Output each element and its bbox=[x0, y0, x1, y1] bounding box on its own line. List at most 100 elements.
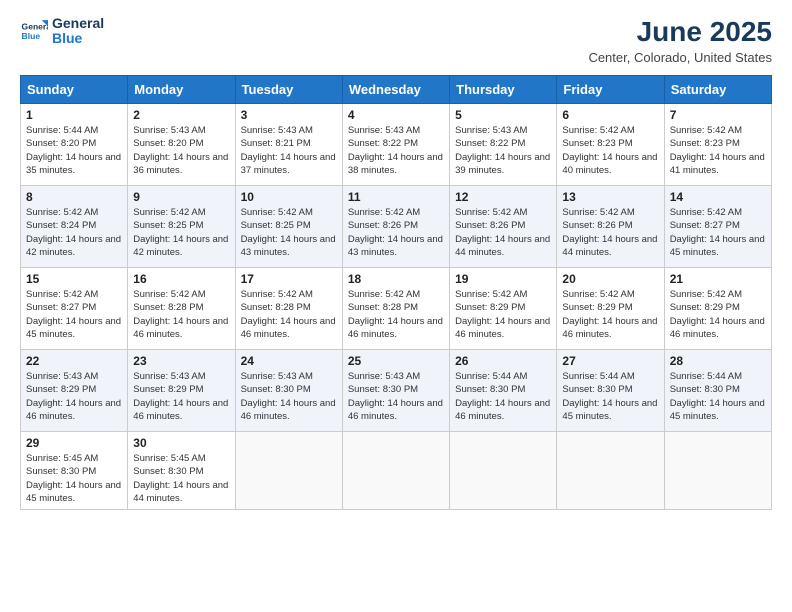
logo: General Blue General Blue bbox=[20, 16, 104, 47]
day-info: Sunrise: 5:42 AM Sunset: 8:28 PM Dayligh… bbox=[241, 288, 337, 341]
day-info: Sunrise: 5:44 AM Sunset: 8:30 PM Dayligh… bbox=[562, 370, 658, 423]
day-info: Sunrise: 5:44 AM Sunset: 8:30 PM Dayligh… bbox=[670, 370, 766, 423]
day-info: Sunrise: 5:42 AM Sunset: 8:26 PM Dayligh… bbox=[562, 206, 658, 259]
col-thursday: Thursday bbox=[450, 76, 557, 104]
logo-general: General bbox=[52, 16, 104, 31]
day-info: Sunrise: 5:42 AM Sunset: 8:29 PM Dayligh… bbox=[562, 288, 658, 341]
day-info: Sunrise: 5:43 AM Sunset: 8:29 PM Dayligh… bbox=[26, 370, 122, 423]
day-number: 26 bbox=[455, 354, 551, 368]
day-number: 13 bbox=[562, 190, 658, 204]
day-number: 6 bbox=[562, 108, 658, 122]
day-number: 22 bbox=[26, 354, 122, 368]
table-row: 16 Sunrise: 5:42 AM Sunset: 8:28 PM Dayl… bbox=[128, 268, 235, 350]
day-info: Sunrise: 5:42 AM Sunset: 8:25 PM Dayligh… bbox=[133, 206, 229, 259]
day-number: 23 bbox=[133, 354, 229, 368]
day-number: 17 bbox=[241, 272, 337, 286]
day-number: 30 bbox=[133, 436, 229, 450]
day-info: Sunrise: 5:45 AM Sunset: 8:30 PM Dayligh… bbox=[133, 452, 229, 505]
table-row: 26 Sunrise: 5:44 AM Sunset: 8:30 PM Dayl… bbox=[450, 350, 557, 432]
day-info: Sunrise: 5:42 AM Sunset: 8:29 PM Dayligh… bbox=[670, 288, 766, 341]
day-number: 2 bbox=[133, 108, 229, 122]
day-info: Sunrise: 5:42 AM Sunset: 8:28 PM Dayligh… bbox=[348, 288, 444, 341]
day-info: Sunrise: 5:42 AM Sunset: 8:23 PM Dayligh… bbox=[670, 124, 766, 177]
table-row bbox=[664, 432, 771, 510]
table-row: 12 Sunrise: 5:42 AM Sunset: 8:26 PM Dayl… bbox=[450, 186, 557, 268]
day-number: 7 bbox=[670, 108, 766, 122]
day-number: 15 bbox=[26, 272, 122, 286]
day-number: 4 bbox=[348, 108, 444, 122]
day-info: Sunrise: 5:44 AM Sunset: 8:30 PM Dayligh… bbox=[455, 370, 551, 423]
table-row: 20 Sunrise: 5:42 AM Sunset: 8:29 PM Dayl… bbox=[557, 268, 664, 350]
table-row: 25 Sunrise: 5:43 AM Sunset: 8:30 PM Dayl… bbox=[342, 350, 449, 432]
day-info: Sunrise: 5:43 AM Sunset: 8:22 PM Dayligh… bbox=[455, 124, 551, 177]
table-row: 10 Sunrise: 5:42 AM Sunset: 8:25 PM Dayl… bbox=[235, 186, 342, 268]
day-number: 14 bbox=[670, 190, 766, 204]
col-tuesday: Tuesday bbox=[235, 76, 342, 104]
day-info: Sunrise: 5:42 AM Sunset: 8:29 PM Dayligh… bbox=[455, 288, 551, 341]
day-info: Sunrise: 5:42 AM Sunset: 8:25 PM Dayligh… bbox=[241, 206, 337, 259]
day-info: Sunrise: 5:43 AM Sunset: 8:30 PM Dayligh… bbox=[348, 370, 444, 423]
logo-blue: Blue bbox=[52, 31, 104, 46]
table-row: 28 Sunrise: 5:44 AM Sunset: 8:30 PM Dayl… bbox=[664, 350, 771, 432]
month-title: June 2025 bbox=[588, 16, 772, 48]
table-row bbox=[342, 432, 449, 510]
col-saturday: Saturday bbox=[664, 76, 771, 104]
table-row bbox=[450, 432, 557, 510]
table-row bbox=[557, 432, 664, 510]
col-monday: Monday bbox=[128, 76, 235, 104]
page: General Blue General Blue June 2025 Cent… bbox=[0, 0, 792, 612]
calendar-header-row: Sunday Monday Tuesday Wednesday Thursday… bbox=[21, 76, 772, 104]
table-row: 21 Sunrise: 5:42 AM Sunset: 8:29 PM Dayl… bbox=[664, 268, 771, 350]
header: General Blue General Blue June 2025 Cent… bbox=[20, 16, 772, 65]
day-number: 3 bbox=[241, 108, 337, 122]
table-row: 24 Sunrise: 5:43 AM Sunset: 8:30 PM Dayl… bbox=[235, 350, 342, 432]
table-row: 6 Sunrise: 5:42 AM Sunset: 8:23 PM Dayli… bbox=[557, 104, 664, 186]
day-number: 11 bbox=[348, 190, 444, 204]
day-number: 27 bbox=[562, 354, 658, 368]
table-row: 19 Sunrise: 5:42 AM Sunset: 8:29 PM Dayl… bbox=[450, 268, 557, 350]
day-info: Sunrise: 5:42 AM Sunset: 8:28 PM Dayligh… bbox=[133, 288, 229, 341]
day-number: 28 bbox=[670, 354, 766, 368]
day-info: Sunrise: 5:42 AM Sunset: 8:24 PM Dayligh… bbox=[26, 206, 122, 259]
day-info: Sunrise: 5:42 AM Sunset: 8:27 PM Dayligh… bbox=[670, 206, 766, 259]
table-row: 2 Sunrise: 5:43 AM Sunset: 8:20 PM Dayli… bbox=[128, 104, 235, 186]
table-row: 23 Sunrise: 5:43 AM Sunset: 8:29 PM Dayl… bbox=[128, 350, 235, 432]
day-number: 18 bbox=[348, 272, 444, 286]
day-number: 9 bbox=[133, 190, 229, 204]
day-number: 25 bbox=[348, 354, 444, 368]
day-info: Sunrise: 5:42 AM Sunset: 8:23 PM Dayligh… bbox=[562, 124, 658, 177]
col-wednesday: Wednesday bbox=[342, 76, 449, 104]
day-number: 12 bbox=[455, 190, 551, 204]
location: Center, Colorado, United States bbox=[588, 50, 772, 65]
table-row: 15 Sunrise: 5:42 AM Sunset: 8:27 PM Dayl… bbox=[21, 268, 128, 350]
table-row: 8 Sunrise: 5:42 AM Sunset: 8:24 PM Dayli… bbox=[21, 186, 128, 268]
table-row: 4 Sunrise: 5:43 AM Sunset: 8:22 PM Dayli… bbox=[342, 104, 449, 186]
day-info: Sunrise: 5:42 AM Sunset: 8:27 PM Dayligh… bbox=[26, 288, 122, 341]
day-number: 29 bbox=[26, 436, 122, 450]
day-number: 16 bbox=[133, 272, 229, 286]
day-number: 20 bbox=[562, 272, 658, 286]
svg-text:Blue: Blue bbox=[22, 31, 41, 41]
day-number: 21 bbox=[670, 272, 766, 286]
day-number: 19 bbox=[455, 272, 551, 286]
title-block: June 2025 Center, Colorado, United State… bbox=[588, 16, 772, 65]
table-row: 30 Sunrise: 5:45 AM Sunset: 8:30 PM Dayl… bbox=[128, 432, 235, 510]
day-number: 24 bbox=[241, 354, 337, 368]
table-row: 3 Sunrise: 5:43 AM Sunset: 8:21 PM Dayli… bbox=[235, 104, 342, 186]
day-info: Sunrise: 5:42 AM Sunset: 8:26 PM Dayligh… bbox=[348, 206, 444, 259]
day-number: 1 bbox=[26, 108, 122, 122]
day-number: 5 bbox=[455, 108, 551, 122]
table-row: 11 Sunrise: 5:42 AM Sunset: 8:26 PM Dayl… bbox=[342, 186, 449, 268]
col-sunday: Sunday bbox=[21, 76, 128, 104]
day-info: Sunrise: 5:43 AM Sunset: 8:20 PM Dayligh… bbox=[133, 124, 229, 177]
day-info: Sunrise: 5:42 AM Sunset: 8:26 PM Dayligh… bbox=[455, 206, 551, 259]
svg-text:General: General bbox=[22, 22, 48, 32]
calendar-table: Sunday Monday Tuesday Wednesday Thursday… bbox=[20, 75, 772, 510]
day-info: Sunrise: 5:45 AM Sunset: 8:30 PM Dayligh… bbox=[26, 452, 122, 505]
table-row: 18 Sunrise: 5:42 AM Sunset: 8:28 PM Dayl… bbox=[342, 268, 449, 350]
day-info: Sunrise: 5:43 AM Sunset: 8:21 PM Dayligh… bbox=[241, 124, 337, 177]
day-info: Sunrise: 5:43 AM Sunset: 8:22 PM Dayligh… bbox=[348, 124, 444, 177]
day-info: Sunrise: 5:43 AM Sunset: 8:30 PM Dayligh… bbox=[241, 370, 337, 423]
table-row: 9 Sunrise: 5:42 AM Sunset: 8:25 PM Dayli… bbox=[128, 186, 235, 268]
table-row: 22 Sunrise: 5:43 AM Sunset: 8:29 PM Dayl… bbox=[21, 350, 128, 432]
